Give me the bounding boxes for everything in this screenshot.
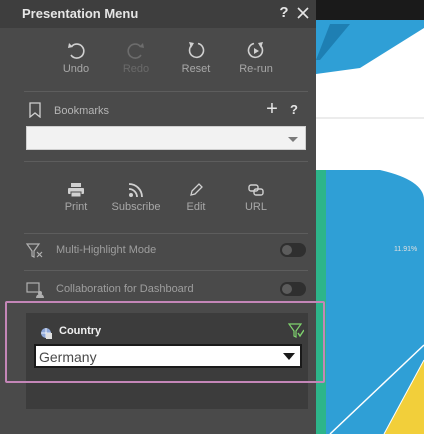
edit-button[interactable]: Edit [166,182,226,226]
panel-titlebar: Presentation Menu ? [0,0,316,28]
collaboration-row: Collaboration for Dashboard [24,279,308,301]
collaboration-icon [26,282,44,298]
chart-percent-label: 11.91% [394,246,418,253]
collaboration-label: Collaboration for Dashboard [56,283,194,295]
undo-button[interactable]: Undo [46,40,106,84]
multi-highlight-toggle[interactable] [280,243,306,257]
print-icon [68,183,84,198]
divider [24,91,308,92]
url-button[interactable]: URL [226,182,286,226]
reset-label: Reset [181,63,211,75]
panel-footer [0,410,316,434]
redo-icon [127,43,144,59]
multi-highlight-icon [26,243,43,258]
collaboration-toggle[interactable] [280,282,306,296]
bookmarks-label: Bookmarks [54,105,110,117]
edit-label: Edit [186,201,206,213]
help-button[interactable]: ? [276,4,292,22]
close-icon [297,7,309,19]
bookmark-icon [29,102,41,118]
subscribe-button[interactable]: Subscribe [106,182,166,226]
rerun-button[interactable]: Re-run [226,40,286,84]
toggle-knob [282,245,292,255]
highlight-frame [5,301,325,383]
reset-icon [188,42,205,59]
close-button[interactable] [294,4,312,22]
redo-button[interactable]: Redo [106,40,166,84]
bookmarks-dropdown[interactable] [26,126,306,150]
panel-title: Presentation Menu [22,6,139,21]
undo-label: Undo [62,63,90,75]
chevron-down-icon [288,137,298,142]
toggle-knob [282,284,292,294]
url-label: URL [244,201,267,213]
multi-highlight-label: Multi-Highlight Mode [56,244,157,256]
reset-button[interactable]: Reset [166,40,226,84]
divider [24,270,308,271]
rss-icon [128,183,143,198]
multi-highlight-row: Multi-Highlight Mode [24,240,308,262]
link-icon [248,184,264,196]
add-bookmark-button[interactable]: + [263,99,281,119]
bookmarks-help-button[interactable]: ? [288,101,300,119]
rerun-icon [247,42,264,59]
divider [24,161,308,162]
divider [24,233,308,234]
undo-icon [68,43,85,59]
pencil-icon [190,183,203,196]
rerun-label: Re-run [239,63,273,75]
subscribe-label: Subscribe [111,201,161,213]
print-button[interactable]: Print [46,182,106,226]
redo-label: Redo [122,63,150,75]
print-label: Print [64,201,88,213]
